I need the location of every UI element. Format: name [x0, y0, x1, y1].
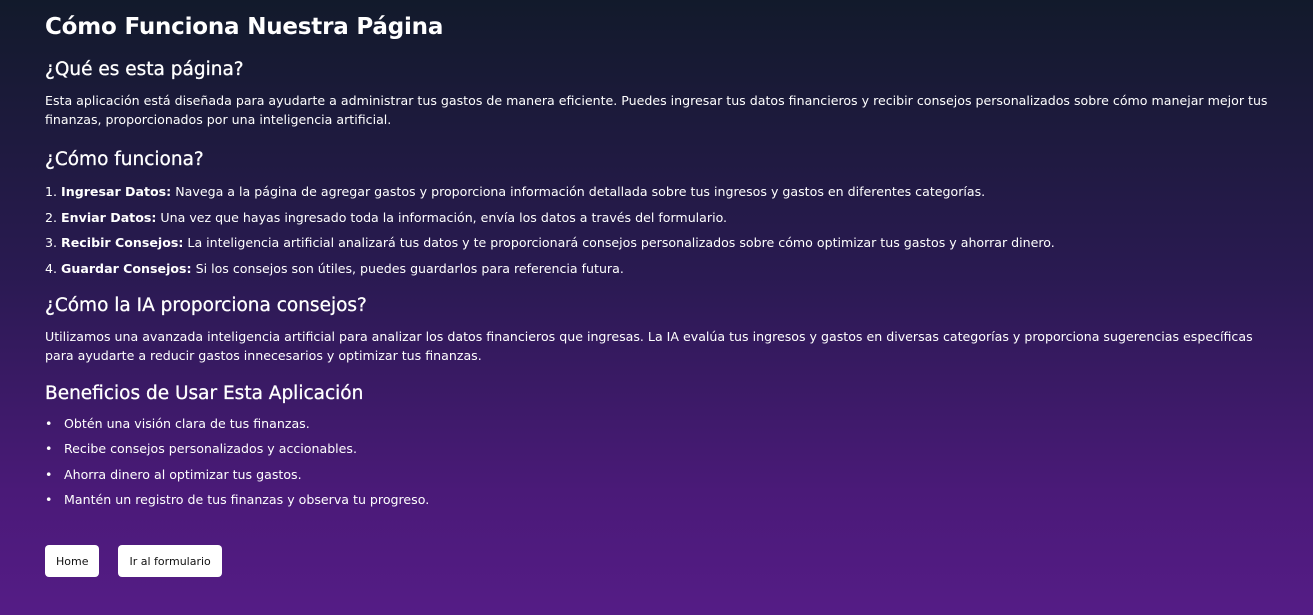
section-ai-heading: ¿Cómo la IA proporciona consejos?	[45, 294, 367, 316]
benefits-list: • Obtén una visión clara de tus finanzas.…	[45, 414, 1268, 510]
step-item: 3. Recibir Consejos: La inteligencia art…	[45, 233, 1268, 252]
step-text: La inteligencia artificial analizará tus…	[187, 235, 1055, 250]
step-label: Enviar Datos:	[61, 209, 157, 225]
benefit-item: • Mantén un registro de tus finanzas y ob…	[45, 490, 1268, 509]
benefit-item: • Recibe consejos personalizados y accion…	[45, 439, 1268, 458]
benefit-text: Obtén una visión clara de tus finanzas.	[64, 415, 310, 431]
section-ai-text: Utilizamos una avanzada inteligencia art…	[45, 328, 1253, 363]
bullet-icon: •	[45, 441, 53, 456]
steps-list: 1. Ingresar Datos: Navega a la página de…	[45, 182, 1268, 278]
step-label: Guardar Consejos:	[61, 260, 192, 276]
home-button[interactable]: Home	[45, 545, 100, 577]
step-number: 3.	[45, 235, 58, 250]
section-benefits-heading: Beneficios de Usar Esta Aplicación	[45, 382, 364, 404]
step-text: Navega a la página de agregar gastos y p…	[175, 184, 986, 199]
benefit-item: • Obtén una visión clara de tus finanzas.	[45, 414, 1268, 433]
go-to-form-button[interactable]: Ir al formulario	[118, 545, 222, 577]
bullet-icon: •	[45, 466, 53, 482]
step-item: 4. Guardar Consejos: Si los consejos son…	[45, 259, 1268, 278]
step-text: Una vez que hayas ingresado toda la info…	[160, 209, 728, 225]
step-text: Si los consejos son útiles, puedes guard…	[195, 260, 624, 276]
step-label: Ingresar Datos:	[61, 184, 172, 199]
benefit-text: Mantén un registro de tus finanzas y obs…	[64, 492, 430, 507]
button-row: Home Ir al formulario	[45, 545, 222, 577]
step-number: 1.	[45, 184, 58, 199]
step-number: 4.	[45, 260, 58, 276]
step-number: 2.	[45, 209, 58, 225]
page-container: Cómo Funciona Nuestra Página ¿Qué es est…	[0, 0, 1313, 615]
benefit-text: Recibe consejos personalizados y acciona…	[64, 441, 357, 456]
benefit-text: Ahorra dinero al optimizar tus gastos.	[64, 466, 302, 482]
step-item: 1. Ingresar Datos: Navega a la página de…	[45, 182, 1268, 201]
section-what-text: Esta aplicación está diseñada para ayuda…	[45, 93, 1268, 127]
bullet-icon: •	[45, 492, 53, 507]
step-item: 2. Enviar Datos: Una vez que hayas ingre…	[45, 208, 1268, 227]
section-what-heading: ¿Qué es esta página?	[45, 59, 244, 80]
page-title: Cómo Funciona Nuestra Página	[45, 14, 444, 40]
benefit-item: • Ahorra dinero al optimizar tus gastos.	[45, 465, 1268, 484]
step-label: Recibir Consejos:	[61, 235, 184, 250]
bullet-icon: •	[45, 415, 53, 431]
section-how-heading: ¿Cómo funciona?	[45, 149, 204, 170]
